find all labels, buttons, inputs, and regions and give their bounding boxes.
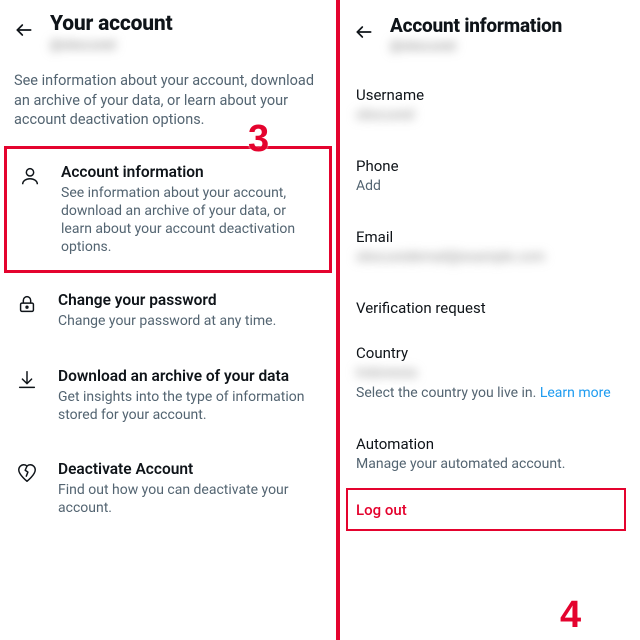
menu-item-title: Account information	[61, 163, 319, 181]
label-country: Country	[356, 344, 624, 362]
label-username: Username	[356, 86, 624, 104]
menu-item-download-archive[interactable]: Download an archive of your data Get ins…	[0, 349, 336, 442]
page-title: Your account	[50, 12, 322, 36]
annotation-step-3: 3	[248, 118, 269, 161]
your-account-screen: Your account @obscured See information a…	[0, 0, 336, 640]
header: Account information @obscured	[340, 0, 640, 62]
country-hint: Select the country you live in. Learn mo…	[356, 385, 624, 401]
menu-item-change-password[interactable]: Change your password Change your passwor…	[0, 273, 336, 348]
label-email: Email	[356, 228, 624, 246]
lock-icon	[14, 293, 40, 315]
download-icon	[14, 369, 40, 391]
menu-item-desc: See information about your account, down…	[61, 184, 319, 257]
page-description: See information about your account, down…	[0, 61, 336, 146]
row-verification[interactable]: Verification request	[340, 289, 640, 330]
account-information-screen: Account information @obscured Username o…	[340, 0, 640, 640]
menu-item-desc: Get insights into the type of informatio…	[58, 388, 322, 424]
value-country: Indonesia	[356, 365, 624, 381]
row-automation[interactable]: Automation Manage your automated account…	[340, 425, 640, 482]
back-arrow-icon[interactable]	[14, 20, 34, 40]
annotation-step-4: 4	[560, 594, 581, 637]
menu-item-title: Deactivate Account	[58, 460, 322, 478]
value-email: obscuredemail@example.com	[356, 249, 624, 265]
value-username: obscured	[356, 107, 624, 123]
menu-item-desc: Find out how you can deactivate your acc…	[58, 481, 322, 517]
menu-item-deactivate-account[interactable]: Deactivate Account Find out how you can …	[0, 442, 336, 535]
header: Your account @obscured	[0, 0, 336, 61]
account-handle: @obscured	[390, 39, 626, 54]
page-title: Account information	[390, 14, 626, 37]
logout-button[interactable]: Log out	[346, 488, 626, 531]
menu-item-account-information[interactable]: Account information See information abou…	[4, 146, 332, 274]
row-username[interactable]: Username obscured	[340, 76, 640, 133]
label-automation: Automation	[356, 435, 624, 453]
label-verification: Verification request	[356, 299, 624, 317]
automation-hint: Manage your automated account.	[356, 456, 624, 472]
menu-item-title: Change your password	[58, 291, 322, 309]
row-email[interactable]: Email obscuredemail@example.com	[340, 218, 640, 275]
row-country[interactable]: Country Indonesia Select the country you…	[340, 334, 640, 411]
label-phone: Phone	[356, 157, 624, 175]
account-handle: @obscured	[50, 38, 322, 53]
learn-more-link[interactable]: Learn more	[540, 385, 611, 401]
menu-item-title: Download an archive of your data	[58, 367, 322, 385]
logout-label: Log out	[356, 501, 407, 519]
heartbreak-icon	[14, 462, 40, 484]
row-phone[interactable]: Phone Add	[340, 147, 640, 204]
menu-item-desc: Change your password at any time.	[58, 312, 322, 330]
person-icon	[17, 165, 43, 187]
value-phone: Add	[356, 178, 624, 194]
back-arrow-icon[interactable]	[354, 22, 374, 42]
